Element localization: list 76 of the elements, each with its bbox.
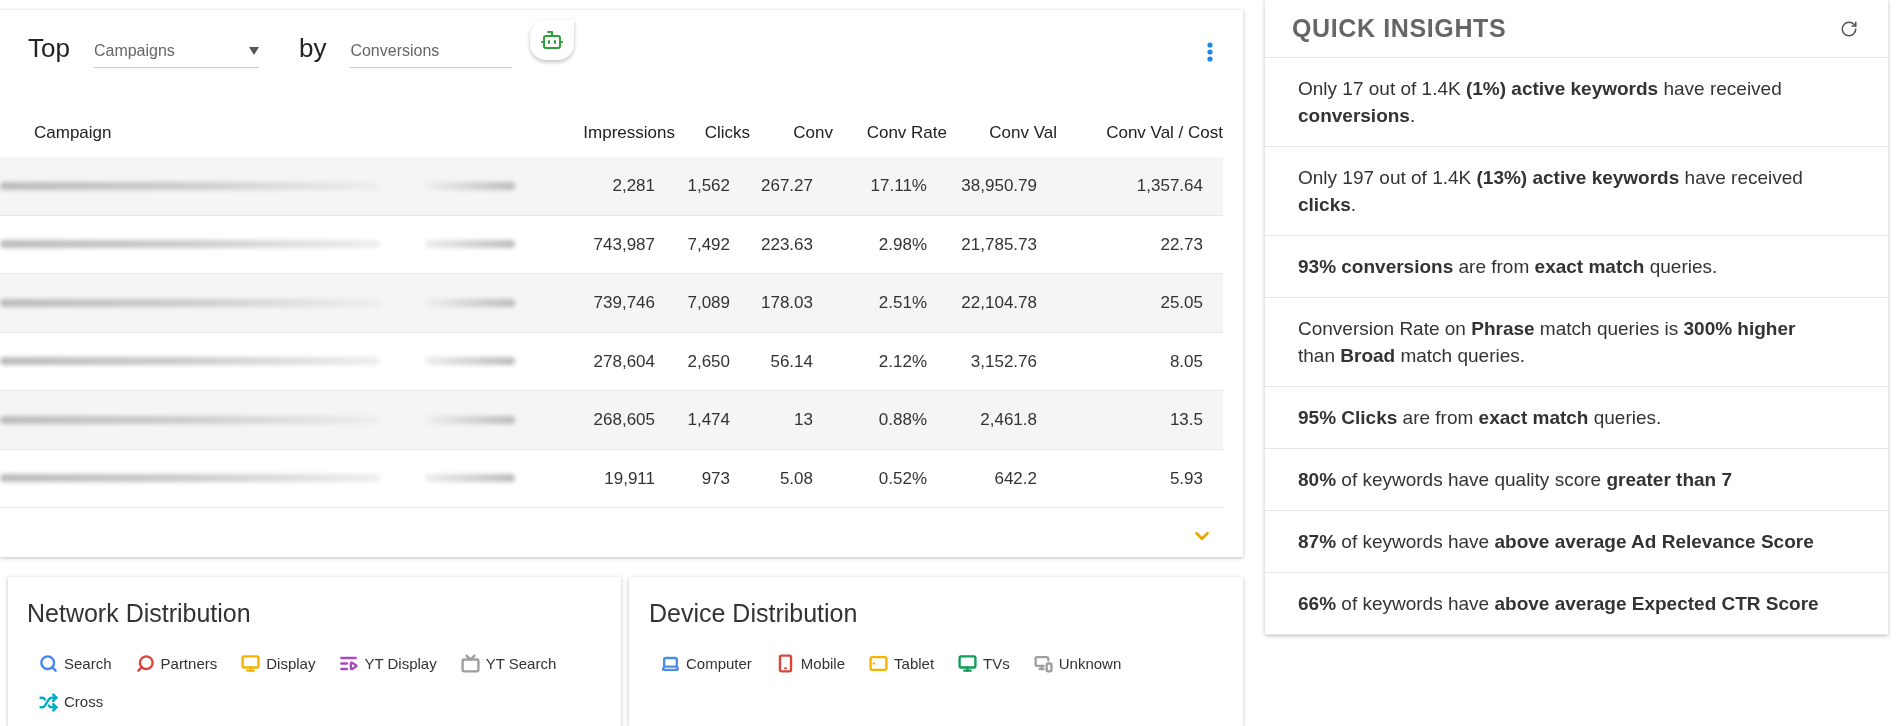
- table-cell-text: 13: [793, 409, 813, 431]
- top-label: Top: [28, 32, 70, 65]
- table-cell-text: 268,605: [592, 409, 655, 431]
- table-cell-text: 13.5: [1168, 409, 1203, 431]
- refresh-icon: [1840, 19, 1858, 38]
- table-cell-text: 178.03: [760, 292, 813, 314]
- table-cell-text: 2,650: [686, 350, 730, 373]
- insight-text: 87% of keywords have above average Ad Relevance Score: [1298, 530, 1815, 554]
- table-cell-text: 743,987: [592, 233, 655, 256]
- table-cell-text: 1,474: [686, 409, 730, 431]
- table-cell-text: 25.05: [1159, 292, 1203, 314]
- table-cell-text: 973: [700, 467, 730, 490]
- insight-text: Conversion Rate on Phrase match queries is 300% higher than Broad match queries.: [1298, 317, 1797, 368]
- table-cell-text: 38,950.79: [960, 175, 1037, 197]
- legend-label: Mobile: [800, 653, 846, 674]
- table-cell-text: 2.98%: [877, 233, 927, 256]
- table-cell-text: 3,152.76: [969, 350, 1037, 373]
- legend-label: Unknown: [1058, 653, 1122, 674]
- table-cell-text: 267.27: [760, 175, 813, 197]
- table-cell-text: 739,746: [592, 292, 655, 314]
- dimension-dropdown[interactable]: Campaigns: [93, 39, 259, 68]
- column-header: Conv Rate: [865, 121, 947, 144]
- table-cell-text: 2.51%: [877, 292, 927, 314]
- table-cell-text: 7,492: [686, 233, 730, 256]
- table-cell-text: 5.08: [778, 467, 813, 490]
- card-title: Device Distribution: [649, 598, 859, 629]
- legend-label: YT Search: [485, 653, 557, 674]
- table-cell-text: 22.73: [1159, 233, 1203, 256]
- table-cell-text: 1,562: [686, 175, 730, 197]
- panel-title: QUICK INSIGHTS: [1292, 12, 1507, 44]
- legend-label: Search: [64, 653, 112, 674]
- column-header: Clicks: [703, 121, 750, 144]
- table-cell-text: 223.63: [760, 233, 813, 256]
- insight-text: Only 17 out of 1.4K (1%) active keywords have received conversions.: [1298, 77, 1783, 128]
- column-header: Conv Val: [988, 121, 1057, 144]
- table-cell-text: 642.2: [993, 467, 1037, 490]
- column-header: Impressions: [582, 121, 675, 144]
- card-title: Network Distribution: [27, 598, 252, 629]
- table-cell-text: 1,357.64: [1135, 175, 1203, 197]
- by-label: by: [298, 32, 327, 65]
- table-cell-text: 278,604: [592, 350, 655, 373]
- table-cell-text: 19,911: [603, 467, 655, 490]
- insight-text: 93% conversions are from exact match queries.: [1298, 255, 1719, 279]
- legend-label: Cross: [64, 692, 104, 712]
- table-cell-text: 2,461.8: [979, 409, 1037, 431]
- insight-text: 80% of keywords have quality score greater than 7: [1298, 468, 1734, 492]
- column-header: Campaign: [33, 121, 113, 144]
- table-cell-text: 21,785.73: [960, 233, 1037, 256]
- insight-text: Only 197 out of 1.4K (13%) active keywords have received clicks.: [1298, 166, 1804, 217]
- table-cell-text: 17.11%: [869, 175, 927, 197]
- table-cell-text: 5.93: [1168, 467, 1203, 490]
- legend-label: YT Display: [364, 653, 437, 674]
- insight-text: 66% of keywords have above average Expected CTR Score: [1298, 592, 1820, 616]
- caret-icon: [248, 47, 259, 55]
- table-cell-text: 2.12%: [877, 350, 927, 373]
- more-menu-button[interactable]: [1207, 42, 1213, 62]
- legend-label: Computer: [686, 653, 752, 674]
- insight-text: 95% Clicks are from exact match queries.: [1298, 406, 1663, 430]
- refresh-button[interactable]: [1840, 19, 1858, 38]
- robot-badge[interactable]: [530, 20, 574, 60]
- table-cell-text: 56.14: [769, 350, 813, 373]
- legend-label: Tablet: [894, 653, 935, 674]
- table-cell-text: 22,104.78: [960, 292, 1037, 314]
- table-cell-text: 0.88%: [877, 409, 927, 431]
- robot-icon: [540, 28, 564, 52]
- legend-label: Display: [266, 653, 316, 674]
- legend-label: TVs: [983, 653, 1010, 674]
- kebab-menu-icon: [1207, 42, 1213, 62]
- table-cell-text: 2,281: [611, 175, 655, 197]
- table-cell-text: 7,089: [686, 292, 730, 314]
- legend-label: Partners: [160, 653, 218, 674]
- column-header: Conv Val / Cost: [1105, 121, 1223, 144]
- column-header: Conv: [792, 121, 833, 144]
- table-cell-text: 0.52%: [877, 467, 927, 490]
- metric-field[interactable]: Conversions: [350, 39, 513, 68]
- table-cell-text: 8.05: [1168, 350, 1203, 373]
